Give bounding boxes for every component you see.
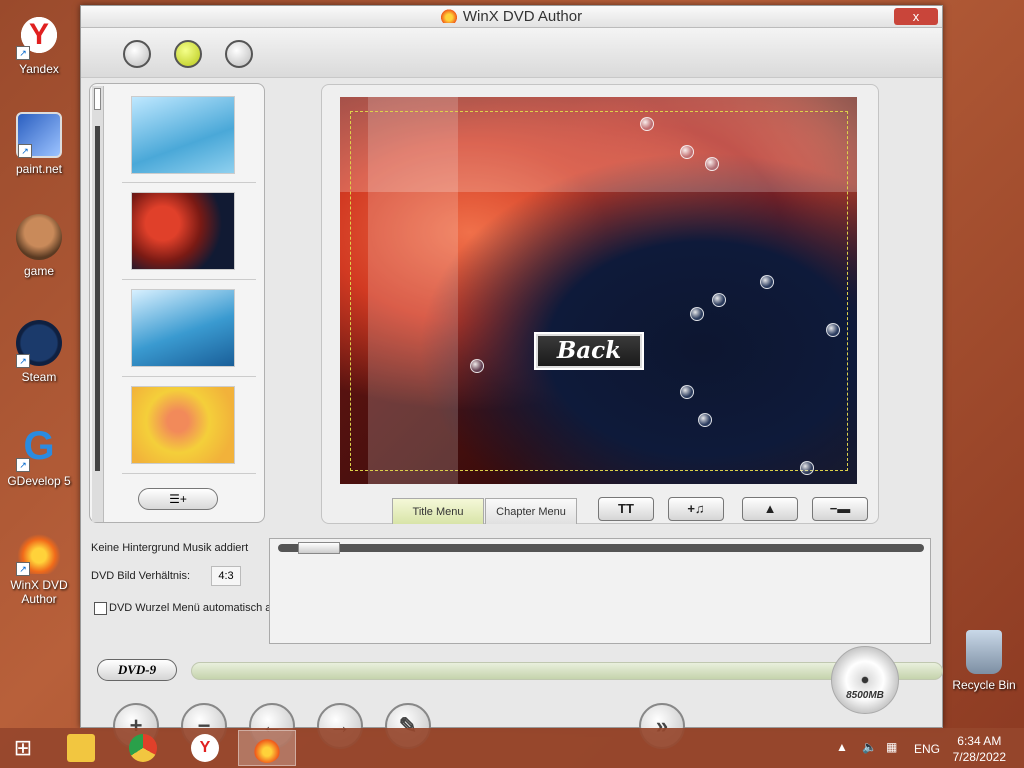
clock-time: 6:34 AM: [957, 734, 1002, 748]
desktop-icon-label: Steam: [21, 370, 57, 384]
menu-preview-canvas[interactable]: Back: [340, 97, 857, 484]
tray-show-hidden-icon[interactable]: ▲: [836, 740, 848, 754]
divider: [122, 473, 256, 474]
disc-capacity-label: 8500MB: [846, 690, 884, 701]
paintnet-icon: ↗: [16, 112, 62, 158]
desktop-icon-yandex[interactable]: Y ↗ Yandex: [6, 12, 72, 76]
desktop-icon-steam[interactable]: ↗ Steam: [6, 320, 72, 384]
game-icon: [16, 214, 62, 260]
add-template-button[interactable]: ☰+: [138, 488, 218, 510]
template-thumbnail-blue-sparkle[interactable]: [131, 96, 235, 174]
desktop-icon-game[interactable]: game: [6, 214, 72, 278]
folder-icon: [67, 734, 95, 762]
bubble-decoration: [690, 307, 704, 321]
bubble-decoration: [705, 157, 719, 171]
desktop-icon-paintnet[interactable]: ↗ paint.net: [6, 112, 72, 176]
desktop-icon-label: Yandex: [19, 62, 59, 76]
taskbar-file-explorer[interactable]: [52, 730, 110, 766]
list-add-icon: ☰+: [169, 492, 187, 506]
divider: [122, 376, 256, 377]
back-menu-button[interactable]: Back: [534, 332, 644, 370]
aspect-ratio-select[interactable]: 4:3: [211, 566, 241, 586]
windows-logo-icon: ⊞: [13, 735, 33, 760]
menu-preview-frame: Back Title Menu Chapter Menu TT +♫ ▲ −▬: [321, 84, 879, 524]
start-button[interactable]: ⊞: [8, 734, 38, 762]
tab-title-menu[interactable]: Title Menu: [392, 498, 484, 524]
close-button[interactable]: x: [894, 8, 938, 25]
clock-date: 7/28/2022: [952, 750, 1006, 764]
title-bar[interactable]: WinX DVD Author x: [81, 6, 942, 28]
desktop-icon-recycle-bin[interactable]: Recycle Bin: [948, 630, 1020, 692]
app-window: WinX DVD Author x ☰+ Back Title Menu Cha…: [80, 5, 943, 749]
desktop-icon-label: Recycle Bin: [952, 678, 1016, 692]
chrome-icon: [129, 734, 157, 762]
desktop-icon-gdevelop[interactable]: G ↗ GDevelop 5: [6, 424, 72, 488]
tray-volume-muted-icon[interactable]: 🔈: [862, 740, 877, 754]
tray-network-icon[interactable]: ▦: [886, 740, 897, 754]
nav-circle-button-2[interactable]: [174, 40, 202, 68]
back-button-label: Back: [538, 336, 640, 366]
taskbar: ⊞ Y ▲ 🔈 ▦ ENG 6:34 AM 7/28/2022: [0, 728, 1024, 768]
move-up-button[interactable]: ▲: [742, 497, 798, 521]
bubble-decoration: [640, 117, 654, 131]
safe-area-guide: [350, 111, 848, 471]
tab-chapter-menu[interactable]: Chapter Menu: [485, 498, 577, 524]
scrollbar-track[interactable]: [95, 126, 100, 471]
taskbar-winx[interactable]: [238, 730, 296, 766]
language-indicator[interactable]: ENG: [914, 742, 940, 756]
divider: [122, 279, 256, 280]
bubble-decoration: [826, 323, 840, 337]
desktop-icon-label: paint.net: [15, 162, 63, 176]
text-icon: TT: [618, 501, 634, 516]
music-timeline-knob[interactable]: [298, 542, 340, 554]
desktop-icon-label: GDevelop 5: [7, 474, 71, 488]
music-note-icon: +♫: [687, 501, 705, 516]
bubble-decoration: [470, 359, 484, 373]
template-scrollbar[interactable]: [92, 86, 104, 522]
desktop-icon-label: WinX DVD Author: [10, 578, 68, 606]
auto-root-menu-checkbox[interactable]: [94, 602, 107, 615]
taskbar-clock[interactable]: 6:34 AM 7/28/2022: [953, 733, 1006, 765]
bubble-decoration: [698, 413, 712, 427]
bubble-decoration: [800, 461, 814, 475]
add-text-button[interactable]: TT: [598, 497, 654, 521]
bubble-decoration: [680, 145, 694, 159]
app-flame-icon: [440, 7, 457, 23]
divider: [122, 182, 256, 183]
steam-icon: ↗: [16, 320, 62, 368]
scrollbar-thumb[interactable]: [94, 88, 101, 110]
disc-icon: 8500MB: [831, 646, 899, 714]
taskbar-chrome[interactable]: [114, 730, 172, 766]
remove-button[interactable]: −▬: [812, 497, 868, 521]
dvd-type-button[interactable]: DVD-9: [97, 659, 177, 681]
music-timeline-slider[interactable]: [278, 544, 924, 552]
desktop-icon-label: game: [23, 264, 55, 278]
add-music-button[interactable]: +♫: [668, 497, 724, 521]
bubble-decoration: [680, 385, 694, 399]
template-thumbnail-blue-wave[interactable]: [131, 289, 235, 367]
template-thumbnail-red-petals[interactable]: [131, 192, 235, 270]
nav-circle-button-1[interactable]: [123, 40, 151, 68]
taskbar-yandex[interactable]: Y: [176, 730, 234, 766]
arrow-up-icon: ▲: [763, 501, 777, 516]
music-status-text: Keine Hintergrund Musik addiert: [91, 542, 249, 554]
menu-template-panel: ☰+: [89, 83, 265, 523]
nav-circle-button-3[interactable]: [225, 40, 253, 68]
winx-icon: [253, 735, 281, 763]
aspect-ratio-label: DVD Bild Verhältnis:: [91, 570, 191, 582]
recycle-bin-icon: [966, 630, 1002, 674]
yandex-icon: Y: [191, 734, 219, 762]
gdevelop-icon: G ↗: [16, 424, 62, 472]
template-thumbnail-yellow-roses[interactable]: [131, 386, 235, 464]
music-panel: [269, 538, 931, 644]
window-title: WinX DVD Author: [462, 8, 583, 25]
bubble-decoration: [760, 275, 774, 289]
winx-icon: ↗: [16, 528, 62, 576]
bubble-decoration: [712, 293, 726, 307]
yandex-icon: Y ↗: [16, 12, 62, 60]
remove-bar-icon: −▬: [829, 501, 851, 516]
desktop-icon-winx[interactable]: ↗ WinX DVD Author: [6, 528, 72, 606]
top-toolbar: [81, 28, 942, 78]
